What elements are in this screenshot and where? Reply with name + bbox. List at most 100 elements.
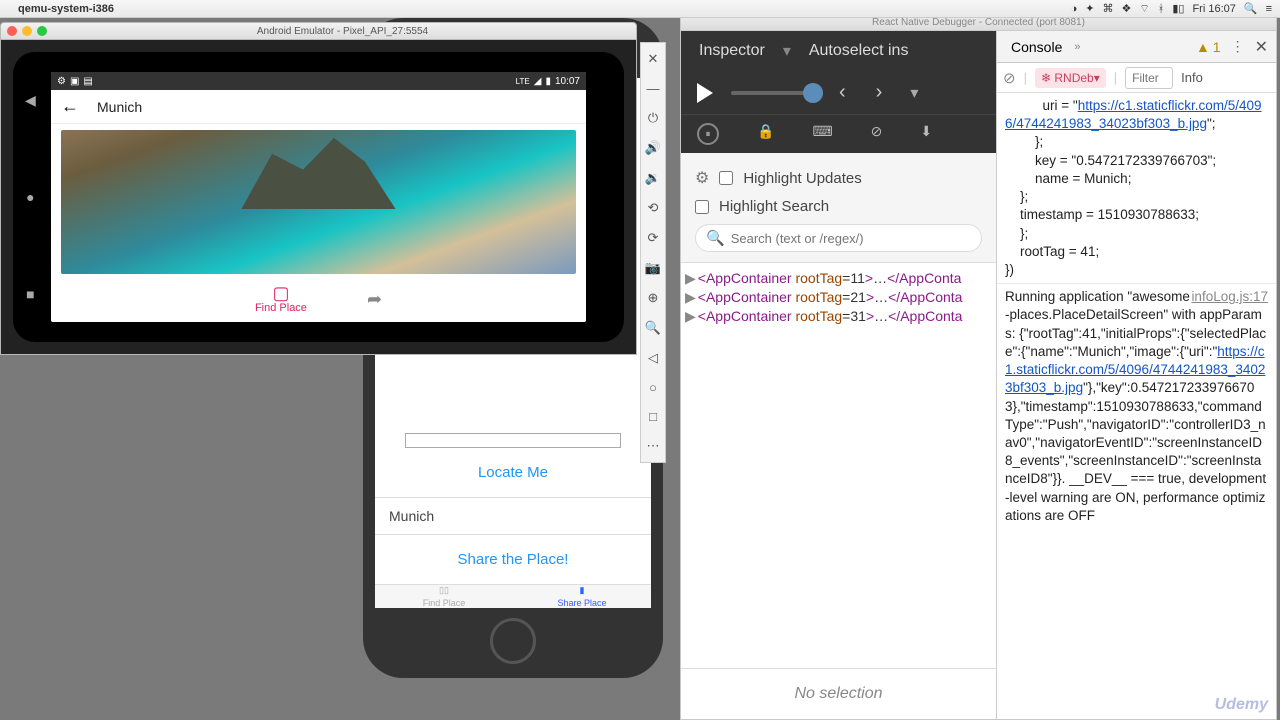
autoselect-tab[interactable]: Autoselect ins: [809, 42, 909, 60]
spotlight-icon[interactable]: 🔍: [1244, 2, 1258, 15]
play-button[interactable]: [697, 83, 713, 103]
location-icon[interactable]: ⊕: [648, 290, 659, 306]
filter-input[interactable]: [1125, 67, 1173, 89]
kebab-menu-icon[interactable]: ⋮: [1231, 38, 1245, 55]
warning-badge[interactable]: ▲ 1: [1196, 39, 1221, 55]
tab-share-place[interactable]: ▮ Share Place: [513, 585, 651, 608]
volume-down-icon[interactable]: 🔉: [645, 170, 661, 186]
emulator-titlebar[interactable]: Android Emulator - Pixel_API_27:5554: [0, 22, 637, 40]
lock-icon[interactable]: 🔒: [757, 123, 774, 145]
place-image: [61, 130, 576, 274]
dropdown-icon[interactable]: ▾: [910, 83, 918, 103]
nav-home-icon[interactable]: ●: [26, 189, 34, 205]
component-tree[interactable]: ▶<AppContainer rootTag=11>…</AppConta ▶<…: [681, 263, 996, 668]
close-window-icon[interactable]: [7, 26, 17, 36]
app-header: ← Munich: [51, 90, 586, 124]
no-selection-label: No selection: [681, 668, 996, 719]
locate-me-button[interactable]: Locate Me: [375, 448, 651, 497]
battery-icon: ▮: [545, 76, 551, 87]
nav-recents-icon[interactable]: ■: [26, 286, 34, 302]
home-icon[interactable]: ○: [649, 380, 657, 395]
menu-extra-icon[interactable]: ❖: [1122, 2, 1132, 15]
camera-icon[interactable]: 📷: [645, 260, 661, 276]
back-arrow-icon[interactable]: ←: [61, 96, 79, 117]
menubar-clock[interactable]: Fri 16:07: [1192, 3, 1235, 15]
highlight-updates-checkbox[interactable]: [719, 171, 733, 185]
status-debug-icon: ▣: [70, 76, 79, 87]
inspector-tab[interactable]: Inspector: [699, 42, 765, 60]
back-icon[interactable]: ◁: [648, 350, 658, 366]
status-app-icon: ▤: [83, 76, 92, 87]
overview-icon[interactable]: □: [649, 409, 657, 424]
step-forward-icon[interactable]: ›: [876, 81, 883, 104]
console-panel: Console » ▲ 1 ⋮ ✕ ⊘ | ❄ RNDeb▾ | Info ur…: [997, 31, 1276, 719]
signal-icon: ◢: [534, 76, 542, 87]
zoom-window-icon[interactable]: [37, 26, 47, 36]
tab-label: Share Place: [557, 598, 606, 608]
tree-node[interactable]: ▶<AppContainer rootTag=11>…</AppConta: [685, 269, 992, 288]
divider: |: [1114, 70, 1117, 85]
volume-up-icon[interactable]: 🔊: [645, 140, 661, 156]
share-icon: ▮: [580, 585, 585, 596]
playback-slider[interactable]: [731, 91, 821, 95]
console-output[interactable]: uri = "https://c1.staticflickr.com/5/409…: [997, 93, 1276, 719]
context-selector[interactable]: ❄ RNDeb▾: [1035, 68, 1106, 88]
nav-back-icon[interactable]: ◀: [25, 92, 36, 109]
search-input[interactable]: [731, 231, 971, 246]
gear-icon[interactable]: ⚙: [695, 168, 709, 188]
inspector-options: ⚙ Highlight Updates Highlight Search 🔍: [681, 153, 996, 263]
home-button[interactable]: [490, 618, 536, 664]
source-link: infoLog.js:17: [1191, 288, 1268, 306]
tab-find-place[interactable]: ▯▯ Find Place: [375, 585, 513, 608]
place-name-input[interactable]: Munich: [375, 497, 651, 535]
disable-icon[interactable]: ⊘: [871, 123, 883, 145]
power-icon[interactable]: ⏻: [648, 110, 658, 126]
keyboard-icon[interactable]: ⌨: [812, 123, 832, 145]
console-toolbar: ⊘ | ❄ RNDeb▾ | Info: [997, 63, 1276, 93]
find-place-label: Find Place: [255, 302, 307, 314]
level-selector[interactable]: Info: [1181, 70, 1203, 85]
menu-extra-icon[interactable]: ✦: [1085, 2, 1094, 15]
step-back-icon[interactable]: ‹: [839, 81, 846, 104]
more-icon[interactable]: ⋯: [647, 438, 660, 454]
close-icon[interactable]: ✕: [648, 51, 659, 67]
battery-icon[interactable]: ▮▯: [1172, 2, 1184, 15]
pause-icon[interactable]: ⏸: [697, 123, 719, 145]
rotate-left-icon[interactable]: ⟲: [648, 200, 659, 216]
inspector-header: Inspector ▾ Autoselect ins: [681, 31, 996, 71]
traffic-lights[interactable]: [7, 26, 47, 36]
android-nav-buttons: ◀ ● ■: [25, 52, 36, 342]
lte-icon: LTE: [516, 77, 530, 86]
zoom-icon[interactable]: 🔍: [645, 320, 661, 336]
download-icon[interactable]: ⬇: [920, 123, 932, 145]
share-place-button[interactable]: Share the Place!: [375, 535, 651, 584]
screen-title: Munich: [97, 99, 142, 115]
minimize-icon[interactable]: —: [647, 81, 660, 96]
expand-tabs-icon[interactable]: »: [1074, 41, 1080, 53]
notification-icon[interactable]: ≡: [1266, 3, 1272, 15]
divider: |: [1024, 70, 1027, 85]
clear-console-icon[interactable]: ⊘: [1003, 69, 1016, 87]
tree-node[interactable]: ▶<AppContainer rootTag=31>…</AppConta: [685, 307, 992, 326]
bluetooth-icon[interactable]: ᚼ: [1158, 3, 1165, 15]
find-place-button[interactable]: ▢ Find Place: [255, 284, 307, 314]
share-icon[interactable]: ➦: [367, 289, 382, 310]
map-placeholder[interactable]: [405, 433, 621, 448]
minimize-window-icon[interactable]: [22, 26, 32, 36]
playback-controls: ‹ › ▾: [681, 71, 996, 114]
close-panel-icon[interactable]: ✕: [1255, 37, 1268, 57]
landscape-phone-frame: ◀ ● ■ ⚙ ▣ ▤ LTE ◢ ▮ 10:07 ←: [13, 52, 624, 342]
map-icon: ▢: [272, 284, 289, 302]
menu-extra-icon[interactable]: ⌘: [1103, 2, 1114, 15]
console-tab[interactable]: Console: [1005, 35, 1068, 59]
inspector-search[interactable]: 🔍: [695, 224, 982, 252]
emulator-toolbar: ✕ — ⏻ 🔊 🔉 ⟲ ⟳ 📷 ⊕ 🔍 ◁ ○ □ ⋯: [640, 42, 666, 463]
chevron-down-icon[interactable]: ▾: [783, 41, 791, 61]
tree-node[interactable]: ▶<AppContainer rootTag=21>…</AppConta: [685, 288, 992, 307]
wifi-icon[interactable]: ⌔: [1139, 2, 1149, 16]
status-gear-icon: ⚙: [57, 76, 66, 87]
rotate-right-icon[interactable]: ⟳: [648, 230, 659, 246]
tab-label: Find Place: [423, 598, 466, 608]
highlight-search-checkbox[interactable]: [695, 200, 709, 214]
menu-extra-icon[interactable]: ◑: [1071, 3, 1078, 15]
